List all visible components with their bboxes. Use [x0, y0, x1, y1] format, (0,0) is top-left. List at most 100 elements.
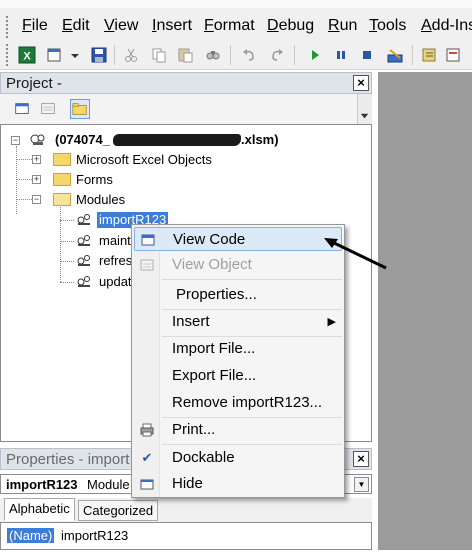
find-icon[interactable]: [204, 46, 222, 64]
tree-connector: [16, 146, 17, 214]
collapse-root-toggle[interactable]: −: [11, 136, 20, 145]
checkmark-icon: ✔: [141, 450, 153, 465]
view-object-icon: [140, 259, 154, 271]
code-window-area[interactable]: [378, 72, 472, 550]
svg-text:X: X: [23, 51, 31, 63]
tree-item-forms[interactable]: Forms: [76, 172, 113, 188]
menu-view[interactable]: View: [104, 16, 138, 36]
menu-item-label: Insert: [172, 313, 210, 330]
menu-item-insert[interactable]: Insert ▶: [134, 310, 342, 334]
expand-forms-toggle[interactable]: +: [32, 175, 41, 184]
object-type: Module: [87, 477, 130, 492]
property-name-value[interactable]: importR123: [61, 528, 128, 543]
module-refres[interactable]: refres: [99, 253, 132, 269]
menu-item-import-file[interactable]: Import File...: [134, 337, 342, 361]
menu-item-label: Print...: [172, 421, 216, 438]
tab-categorized[interactable]: Categorized: [78, 500, 159, 521]
menu-item-label: Hide: [172, 475, 203, 492]
menu-format[interactable]: Format: [204, 16, 255, 36]
folder-icon: [53, 153, 71, 166]
toggle-folders-icon[interactable]: [70, 99, 90, 119]
chevron-down-icon[interactable]: ▼: [354, 477, 369, 492]
project-root-extension: .xlsm): [241, 132, 279, 147]
chevron-down-icon[interactable]: [66, 46, 79, 64]
menu-add-ins[interactable]: Add-Ins: [421, 16, 472, 36]
menu-item-label: Properties...: [176, 286, 257, 303]
project-scrollbar[interactable]: [357, 94, 372, 126]
tree-item-excel-objects[interactable]: Microsoft Excel Objects: [76, 152, 212, 168]
project-pane-toolbar: [0, 94, 372, 124]
project-pane-title: Project -: [6, 75, 62, 92]
paste-icon[interactable]: [176, 46, 194, 64]
toolbar-grip[interactable]: [6, 44, 9, 66]
run-icon[interactable]: [306, 46, 324, 64]
toolbar-divider: [230, 45, 231, 65]
menu-separator: [162, 279, 342, 280]
tree-connector: [60, 282, 74, 283]
excel-icon[interactable]: X: [18, 46, 36, 64]
menu-item-dockable[interactable]: ✔ Dockable: [134, 446, 342, 470]
tree-connector: [60, 261, 74, 262]
menubar-grip[interactable]: [6, 16, 9, 38]
reset-icon[interactable]: [358, 46, 376, 64]
properties-window-icon[interactable]: [444, 46, 462, 64]
object-name: importR123: [6, 477, 78, 492]
tree-connector: [60, 220, 74, 221]
menu-item-print[interactable]: Print...: [134, 418, 342, 442]
project-root-label[interactable]: (074074_: [55, 132, 110, 148]
collapse-modules-toggle[interactable]: −: [32, 195, 41, 204]
menu-insert[interactable]: Insert: [152, 16, 192, 36]
vba-project-icon: [30, 134, 45, 145]
menu-item-hide[interactable]: Hide: [134, 472, 342, 496]
cut-icon[interactable]: [122, 46, 140, 64]
menu-item-label: View Object: [172, 256, 252, 273]
toolbar-divider: [114, 45, 115, 65]
menu-item-label: Dockable: [172, 449, 235, 466]
module-updat[interactable]: updat: [99, 274, 132, 290]
properties-pane-title: Properties - import: [6, 451, 130, 468]
menu-item-remove[interactable]: Remove importR123...: [134, 391, 342, 415]
menu-tools[interactable]: Tools: [369, 16, 406, 36]
design-mode-icon[interactable]: [386, 46, 404, 64]
menu-item-label: Import File...: [172, 340, 256, 357]
annotation-arrow: [324, 238, 387, 270]
property-name-key[interactable]: (Name): [7, 528, 55, 543]
close-icon[interactable]: ×: [353, 451, 369, 467]
toolbar-divider: [294, 45, 295, 65]
tree-connector: [60, 241, 74, 242]
printer-icon: [140, 423, 154, 437]
save-icon[interactable]: [90, 46, 108, 64]
menu-item-label: Remove importR123...: [172, 394, 323, 411]
view-object-icon[interactable]: [38, 99, 58, 119]
menu-item-label: View Code: [173, 231, 246, 248]
menu-edit[interactable]: Edit: [62, 16, 90, 36]
hide-window-icon: [140, 479, 154, 490]
tree-item-modules[interactable]: Modules: [76, 192, 125, 208]
copy-icon[interactable]: [150, 46, 168, 64]
undo-icon[interactable]: [240, 46, 258, 64]
module-maint[interactable]: maint: [99, 233, 131, 249]
menu-item-label: Export File...: [172, 367, 257, 384]
close-icon[interactable]: ×: [353, 75, 369, 91]
menu-bar: File Edit View Insert Format Debug Run T…: [0, 0, 472, 40]
redaction-scribble: [113, 134, 241, 146]
tab-alphabetic[interactable]: Alphabetic: [4, 498, 75, 521]
open-folder-icon: [53, 193, 71, 206]
menu-run[interactable]: Run: [328, 16, 357, 36]
redo-icon[interactable]: [268, 46, 286, 64]
menu-item-properties[interactable]: Properties...: [134, 283, 342, 307]
module-icon: [77, 276, 90, 287]
expand-excel-objects-toggle[interactable]: +: [32, 155, 41, 164]
break-icon[interactable]: [332, 46, 350, 64]
toolbar-divider: [412, 45, 413, 65]
properties-grid: (Name) importR123: [0, 522, 372, 550]
view-code-icon[interactable]: [12, 99, 32, 119]
menu-item-export-file[interactable]: Export File...: [134, 364, 342, 388]
menu-debug[interactable]: Debug: [267, 16, 314, 36]
project-explorer-icon[interactable]: [420, 46, 438, 64]
project-pane-header: Project - ×: [0, 72, 372, 94]
tree-connector: [60, 207, 61, 282]
menu-file[interactable]: File: [22, 16, 48, 36]
submenu-arrow-icon: ▶: [327, 316, 336, 328]
insert-module-icon[interactable]: [46, 46, 64, 64]
